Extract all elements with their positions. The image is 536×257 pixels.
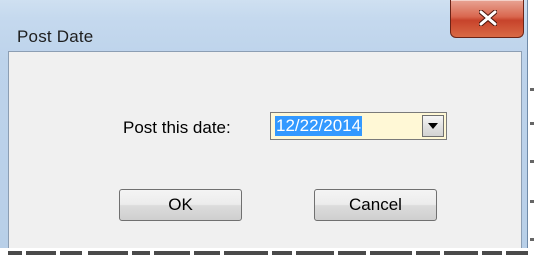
chevron-down-icon <box>428 123 438 129</box>
post-date-value[interactable]: 12/22/2014 <box>275 116 363 136</box>
background-window-content <box>0 248 536 257</box>
close-button[interactable] <box>450 0 524 38</box>
title-bar[interactable]: Post Date <box>0 0 528 46</box>
post-date-combobox[interactable]: 12/22/2014 <box>270 112 447 140</box>
date-dropdown-button[interactable] <box>422 115 444 137</box>
background-edge <box>528 70 536 257</box>
dialog-window: Post Date Post this date: 12/22/2014 OK … <box>0 0 528 257</box>
cancel-button[interactable]: Cancel <box>314 189 437 221</box>
close-icon <box>479 10 497 26</box>
window-title: Post Date <box>17 27 94 46</box>
ok-button[interactable]: OK <box>119 189 242 221</box>
post-date-label: Post this date: <box>123 118 231 137</box>
dialog-client-area: Post this date: 12/22/2014 OK Cancel <box>8 51 522 257</box>
